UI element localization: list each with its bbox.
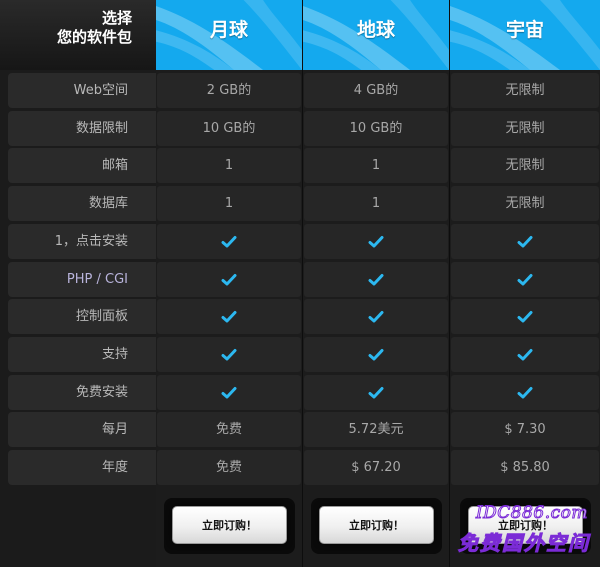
feature-value: 10 GB的 [349,121,403,136]
feature-value-cell: 无限制 [451,148,599,183]
feature-value: $ 67.20 [351,460,401,475]
checkmark-cell [157,299,301,334]
feature-value-cell: 5.72美元 [304,412,448,447]
feature-value: 2 GB的 [206,83,252,98]
feature-value: $ 7.30 [504,422,546,437]
checkmark-icon [517,235,533,247]
feature-value-cell: 1 [304,186,448,221]
checkmark-icon [368,386,384,398]
feature-label: Web空间 [8,73,156,108]
feature-value-cell: 免费 [157,412,301,447]
checkmark-cell [451,375,599,410]
feature-label: 数据限制 [8,111,156,146]
feature-value-cell: 无限制 [451,186,599,221]
feature-value: 无限制 [505,83,545,98]
plan-name: 地球 [356,19,395,41]
order-now-button[interactable]: 立即订购！ [319,506,434,544]
feature-label: 免费安装 [8,375,156,410]
package-line: 您的软件包 [56,28,132,46]
checkmark-icon [517,386,533,398]
feature-value: 4 GB的 [353,83,399,98]
plan-name: 宇宙 [505,19,544,41]
checkmark-icon [517,348,533,360]
feature-value: 1 [371,196,381,211]
checkmark-cell [157,337,301,372]
feature-value-cell: 10 GB的 [304,111,448,146]
checkmark-cell [304,299,448,334]
feature-label: 支持 [8,337,156,372]
feature-value: 免费 [215,460,242,475]
checkmark-cell [157,375,301,410]
feature-value-cell: 1 [157,148,301,183]
feature-value-cell: 无限制 [451,73,599,108]
feature-value-cell: 1 [157,186,301,221]
choose-package-title: 选择 您的软件包 [0,0,156,70]
checkmark-icon [368,235,384,247]
feature-label: 控制面板 [8,299,156,334]
checkmark-cell [157,224,301,259]
checkmark-cell [304,337,448,372]
feature-label: PHP / CGI [8,262,156,297]
feature-value: 1 [371,158,381,173]
feature-value-cell: $ 7.30 [451,412,599,447]
checkmark-icon [368,348,384,360]
plan-header: 地球 [303,0,449,70]
feature-value: $ 85.80 [500,460,550,475]
checkmark-cell [304,224,448,259]
feature-value-cell: $ 67.20 [304,450,448,485]
plan-name: 月球 [209,19,248,41]
checkmark-cell [451,299,599,334]
checkmark-icon [221,273,237,285]
feature-value-cell: 免费 [157,450,301,485]
feature-value: 5.72美元 [348,422,404,437]
feature-value-cell: 无限制 [451,111,599,146]
plan-header: 宇宙 [450,0,600,70]
feature-value: 无限制 [505,158,545,173]
feature-label: 年度 [8,450,156,485]
feature-value: 无限制 [505,196,545,211]
feature-value-cell: 1 [304,148,448,183]
feature-label: 邮箱 [8,148,156,183]
checkmark-cell [451,262,599,297]
checkmark-icon [221,348,237,360]
feature-value: 无限制 [505,121,545,136]
feature-value-cell: 10 GB的 [157,111,301,146]
checkmark-icon [221,386,237,398]
feature-value: 10 GB的 [202,121,256,136]
order-now-button[interactable]: 立即订购！ [172,506,287,544]
checkmark-cell [304,262,448,297]
feature-value: 1 [224,158,234,173]
checkmark-icon [368,310,384,322]
feature-value-cell: 2 GB的 [157,73,301,108]
feature-label: 数据库 [8,186,156,221]
checkmark-cell [451,337,599,372]
plan-header: 月球 [156,0,302,70]
feature-value-cell: 4 GB的 [304,73,448,108]
checkmark-cell [157,262,301,297]
order-now-button[interactable]: 立即订购！ [468,506,583,544]
checkmark-icon [517,273,533,285]
feature-label: 1，点击安装 [8,224,156,259]
checkmark-icon [517,310,533,322]
checkmark-icon [221,310,237,322]
checkmark-cell [304,375,448,410]
feature-label: 每月 [8,412,156,447]
checkmark-icon [221,235,237,247]
choose-line: 选择 [101,9,132,27]
feature-value-cell: $ 85.80 [451,450,599,485]
feature-value: 免费 [215,422,242,437]
checkmark-cell [451,224,599,259]
checkmark-icon [368,273,384,285]
feature-value: 1 [224,196,234,211]
